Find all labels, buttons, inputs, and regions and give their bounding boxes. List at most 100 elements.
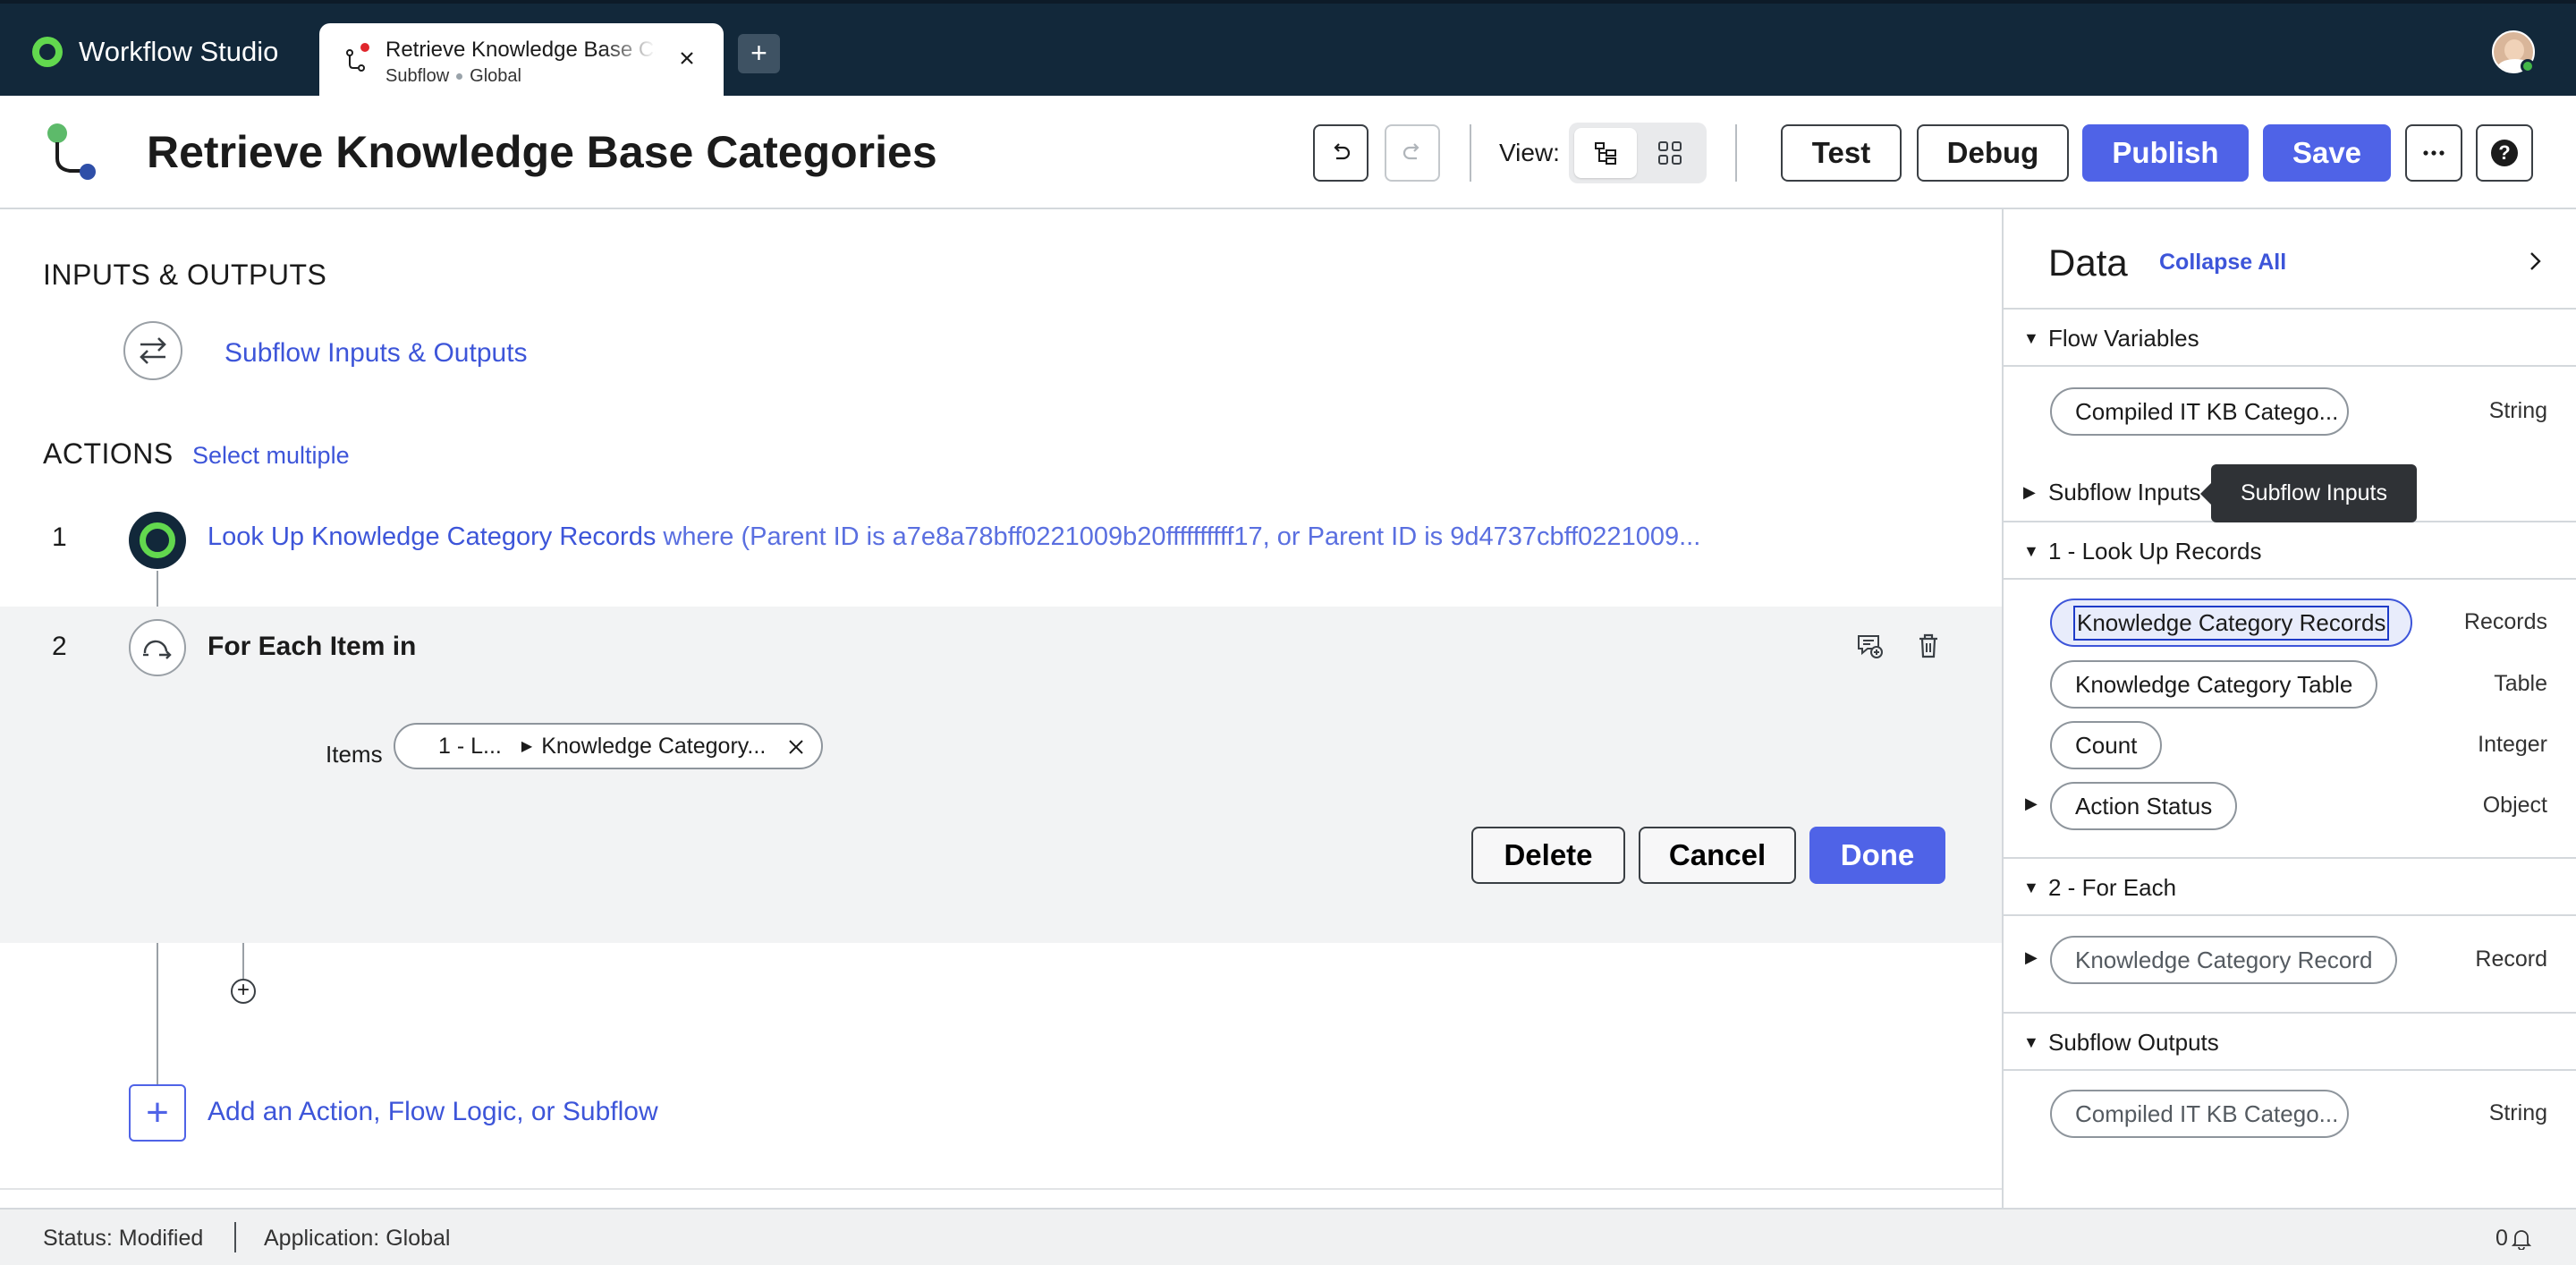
caret-right-icon: ▶ (2023, 483, 2036, 501)
workflow-studio-logo-icon (32, 37, 63, 67)
step-1-condition: where (Parent ID is a7e8a78bff0221009b20… (663, 522, 1701, 551)
tree-view-icon (1595, 142, 1616, 165)
step-1-action-link[interactable]: Look Up Knowledge Category Records where… (208, 522, 1710, 552)
pill-step-ref: 1 - L... (438, 733, 502, 759)
new-tab-button[interactable]: + (738, 34, 780, 73)
view-toggle (1569, 123, 1707, 183)
debug-button[interactable]: Debug (1917, 124, 2069, 182)
data-pill-count[interactable]: Count (2050, 721, 2163, 769)
collapse-all-link[interactable]: Collapse All (2159, 250, 2286, 276)
help-icon: ? (2491, 140, 2518, 166)
flow-icon (346, 49, 365, 72)
lookup-action-icon[interactable] (129, 512, 186, 569)
data-panel: Data Collapse All ▼ Flow Variables ▶ Sub… (2002, 209, 2576, 1208)
connector-line (157, 571, 158, 607)
data-type: Integer (2478, 732, 2547, 757)
chevron-right-icon[interactable] (2522, 249, 2547, 274)
application-text: Application: Global (264, 1226, 451, 1251)
inputs-outputs-icon[interactable] (123, 321, 182, 380)
group-lookup-records[interactable]: ▼ 1 - Look Up Records (2004, 521, 2576, 580)
done-button[interactable]: Done (1809, 827, 1945, 884)
step-number: 1 (52, 522, 67, 552)
close-tab-icon[interactable] (674, 45, 700, 72)
data-pill-knowledge-category-record[interactable]: Knowledge Category Record (2050, 936, 2398, 984)
caret-right-icon[interactable]: ▶ (2025, 948, 2038, 967)
for-each-icon[interactable] (129, 619, 186, 676)
tab-active-subflow[interactable]: Retrieve Knowledge Base Categories Subfl… (319, 23, 724, 99)
caret-down-icon: ▼ (2023, 329, 2039, 347)
redo-button[interactable] (1385, 124, 1440, 182)
separator-dot (456, 73, 463, 80)
actions-heading: ACTIONS (43, 437, 174, 470)
test-button[interactable]: Test (1781, 124, 1902, 182)
caret-down-icon: ▼ (2023, 1033, 2039, 1051)
connector-line (157, 943, 158, 1084)
data-pill-knowledge-category-records[interactable]: Knowledge Category Records (2050, 599, 2413, 647)
data-type: String (2488, 398, 2547, 423)
caret-right-icon: ▶ (521, 739, 533, 754)
cancel-button[interactable]: Cancel (1639, 827, 1796, 884)
undo-button[interactable] (1313, 124, 1368, 182)
add-action-link[interactable]: Add an Action, Flow Logic, or Subflow (208, 1097, 658, 1127)
status-bar: Status: Modified Application: Global 0 (0, 1208, 2576, 1265)
data-pill-action-status[interactable]: Action Status (2050, 782, 2238, 830)
for-each-title: For Each Item in (208, 632, 417, 661)
add-action-plus-icon[interactable]: + (129, 1084, 186, 1142)
page-title: Retrieve Knowledge Base Categories (147, 127, 937, 177)
data-panel-title: Data (2048, 242, 2128, 284)
tooltip: Subflow Inputs (2200, 464, 2417, 522)
data-type: Object (2482, 793, 2547, 818)
pill-field-ref: Knowledge Category... (541, 733, 767, 759)
tab-subtitle: Subflow Global (386, 66, 521, 87)
clear-pill-icon[interactable] (784, 734, 809, 760)
delete-step-button[interactable] (1911, 628, 1946, 664)
redo-icon (1402, 143, 1419, 160)
flow-header: Retrieve Knowledge Base Categories View: (0, 96, 2576, 209)
app-brand[interactable]: Workflow Studio (32, 36, 278, 68)
connector-line (242, 943, 244, 979)
delete-button[interactable]: Delete (1471, 827, 1625, 884)
caret-right-icon[interactable]: ▶ (2025, 794, 2038, 813)
publish-button[interactable]: Publish (2082, 124, 2249, 182)
items-data-pill[interactable]: 1 - L... ▶ Knowledge Category... (394, 723, 823, 769)
tab-scope: Global (470, 66, 521, 86)
diagram-view-icon (1658, 141, 1682, 165)
divider (1735, 124, 1737, 182)
data-pill-flow-variable[interactable]: Compiled IT KB Catego... (2050, 387, 2349, 436)
comment-add-icon (1858, 635, 1883, 658)
group-subflow-outputs[interactable]: ▼ Subflow Outputs (2004, 1012, 2576, 1071)
divider (1470, 124, 1471, 182)
divider (0, 1188, 2002, 1190)
caret-down-icon: ▼ (2023, 542, 2039, 560)
list-view-option[interactable] (1574, 128, 1637, 178)
tab-title: Retrieve Knowledge Base Categories (386, 38, 656, 62)
group-for-each[interactable]: ▼ 2 - For Each (2004, 857, 2576, 916)
help-button[interactable]: ? (2476, 124, 2533, 182)
notifications[interactable]: 0 (2496, 1226, 2531, 1252)
select-multiple-link[interactable]: Select multiple (192, 442, 350, 470)
subflow-inputs-outputs-link[interactable]: Subflow Inputs & Outputs (225, 338, 528, 369)
more-options-button[interactable] (2405, 124, 2462, 182)
step-number: 2 (52, 632, 67, 661)
notification-count: 0 (2496, 1226, 2508, 1251)
top-navigation-bar: Workflow Studio Retrieve Knowledge Base … (0, 0, 2576, 99)
save-button[interactable]: Save (2263, 124, 2391, 182)
data-pill-knowledge-category-table[interactable]: Knowledge Category Table (2050, 660, 2378, 709)
app-name: Workflow Studio (79, 36, 279, 67)
caret-down-icon: ▼ (2023, 879, 2039, 896)
data-type: Record (2475, 947, 2547, 972)
more-icon (2423, 150, 2445, 156)
inputs-outputs-heading: INPUTS & OUTPUTS (43, 259, 327, 291)
add-comment-button[interactable] (1852, 628, 1887, 664)
data-type: Records (2463, 609, 2547, 634)
data-type: Table (2494, 671, 2547, 696)
tab-type: Subflow (386, 66, 450, 86)
unsaved-indicator-dot (360, 43, 369, 52)
group-flow-variables[interactable]: ▼ Flow Variables (2004, 308, 2576, 367)
step-2-editor: 2 For Each Item in Items 1 - L... ▶ Know… (0, 607, 2002, 943)
data-pill-subflow-output[interactable]: Compiled IT KB Catego... (2050, 1090, 2349, 1138)
swap-arrows-icon (140, 337, 166, 364)
loop-icon (143, 640, 172, 659)
diagram-view-option[interactable] (1639, 128, 1701, 178)
add-inner-step-icon[interactable]: + (231, 979, 256, 1004)
